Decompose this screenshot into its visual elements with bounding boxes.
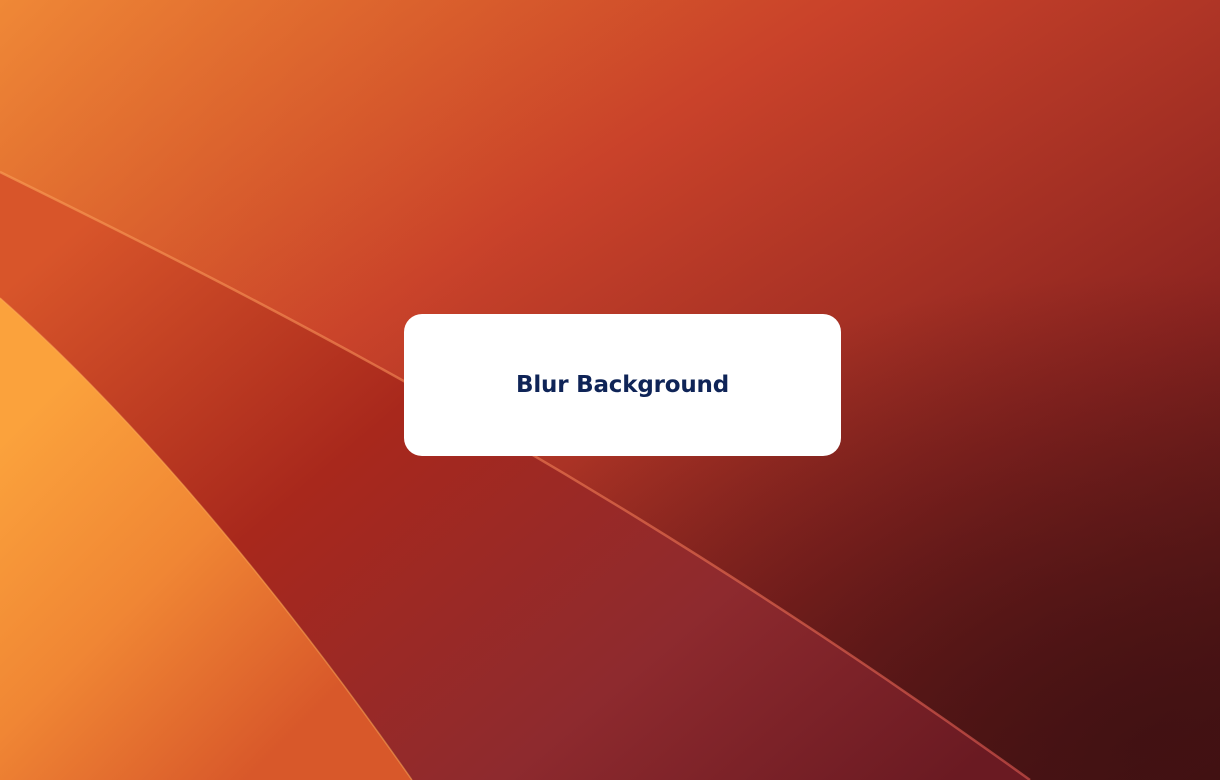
card-label: Blur Background — [516, 372, 729, 398]
blur-background-card[interactable]: Blur Background — [404, 314, 841, 456]
